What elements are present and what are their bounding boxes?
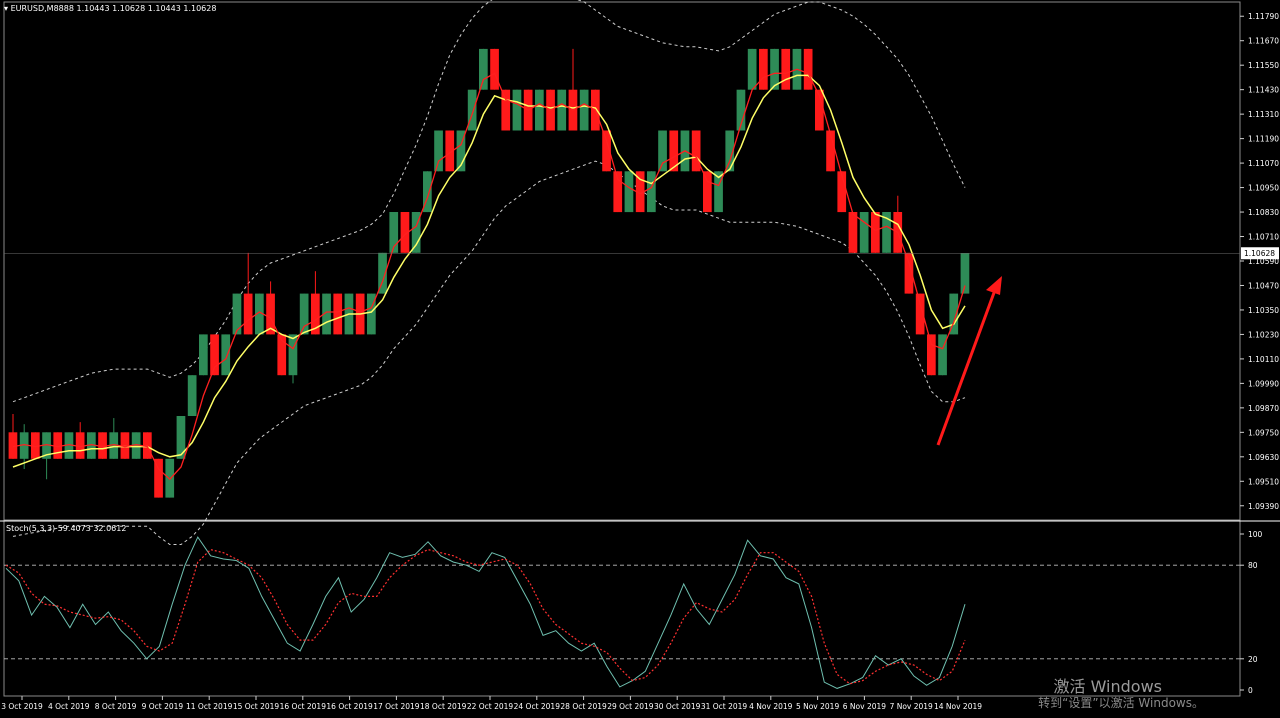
price-tick-label: 1.11670 xyxy=(1248,37,1279,46)
price-tick-label: 1.10230 xyxy=(1248,330,1279,339)
candle-body xyxy=(848,212,858,253)
annotations xyxy=(936,276,1002,446)
time-tick-label: 3 Oct 2019 xyxy=(1,702,43,711)
time-tick-label: 28 Oct 2019 xyxy=(560,702,607,711)
upper-band-line xyxy=(12,0,966,403)
price-tick-label: 1.09510 xyxy=(1248,477,1279,486)
price-tick-label: 1.10470 xyxy=(1248,281,1279,290)
candle-body xyxy=(647,171,656,213)
time-tick-label: 6 Nov 2019 xyxy=(843,702,886,711)
time-tick-label: 18 Oct 2019 xyxy=(420,702,467,711)
stoch-panel-border xyxy=(3,519,1241,697)
time-tick-label: 5 Nov 2019 xyxy=(796,702,839,711)
candle-body xyxy=(490,48,499,90)
chart-frame xyxy=(0,1,1280,697)
candle-body xyxy=(154,458,163,498)
price-tick-label: 1.11790 xyxy=(1248,12,1279,21)
moving-averages xyxy=(12,68,966,481)
candle-body xyxy=(703,171,712,213)
time-tick-label: 30 Oct 2019 xyxy=(654,702,701,711)
stoch-header: Stoch(5,3,3) 59.4073 32.0612 xyxy=(6,524,126,533)
time-tick-label: 17 Oct 2019 xyxy=(373,702,420,711)
candle-body xyxy=(479,48,488,90)
windows-activation-hint: 转到“设置”以激活 Windows。 xyxy=(1038,696,1204,710)
stoch-title: Stoch(5,3,3) 59.4073 32.0612 xyxy=(6,524,127,533)
candle-body xyxy=(512,89,522,131)
stoch-tick-label: 20 xyxy=(1248,655,1258,664)
fast-ma-line xyxy=(12,68,966,481)
price-tick-label: 1.10350 xyxy=(1248,306,1279,315)
time-tick-label: 7 Nov 2019 xyxy=(890,702,933,711)
candle-body xyxy=(199,334,208,376)
candle-body xyxy=(927,334,936,376)
price-tick-label: 1.10110 xyxy=(1248,355,1279,364)
price-tick-label: 1.09990 xyxy=(1248,379,1279,388)
candle-body xyxy=(859,212,869,253)
price-tick-label: 1.10830 xyxy=(1248,208,1279,217)
candle-body xyxy=(803,48,813,90)
time-tick-label: 31 Oct 2019 xyxy=(701,702,748,711)
time-tick-label: 24 Oct 2019 xyxy=(514,702,561,711)
time-tick-label: 16 Oct 2019 xyxy=(280,702,327,711)
price-tick-label: 1.11190 xyxy=(1248,135,1279,144)
time-tick-label: 14 Nov 2019 xyxy=(934,702,982,711)
dropdown-triangle-icon[interactable]: ▾ xyxy=(4,4,8,13)
time-tick-label: 29 Oct 2019 xyxy=(607,702,654,711)
candle-body xyxy=(434,130,443,172)
time-tick-label: 4 Oct 2019 xyxy=(48,702,90,711)
chart-canvas[interactable]: 1.11790 1.11670 1.11550 1.11430 1.11310 1.111… xyxy=(0,0,1280,714)
price-tick-label: 1.09390 xyxy=(1248,502,1279,511)
price-tick-label: 1.09630 xyxy=(1248,453,1279,462)
candle-body xyxy=(243,293,253,335)
price-tick-label: 1.11070 xyxy=(1248,159,1279,168)
time-tick-label: 11 Oct 2019 xyxy=(186,702,233,711)
candle-body xyxy=(187,375,197,416)
time-tick-label: 4 Nov 2019 xyxy=(749,702,792,711)
time-axis: 3 Oct 2019 4 Oct 2019 8 Oct 2019 9 Oct 2019… xyxy=(1,696,982,711)
price-tick-label: 1.09870 xyxy=(1248,404,1279,413)
price-tick-label: 1.10950 xyxy=(1248,184,1279,193)
candle-body xyxy=(747,48,757,90)
time-tick-label: 16 Oct 2019 xyxy=(326,702,373,711)
stoch-signal-line xyxy=(5,548,966,685)
candle-body xyxy=(288,334,298,376)
candle-body xyxy=(535,89,544,131)
stoch-main-line xyxy=(5,536,966,689)
candle-body xyxy=(579,89,589,131)
stoch-tick-label: 80 xyxy=(1248,561,1258,570)
price-tick-label: 1.09750 xyxy=(1248,428,1279,437)
candle-body xyxy=(210,334,219,376)
candle-body xyxy=(871,212,880,253)
time-tick-label: 8 Oct 2019 xyxy=(95,702,137,711)
trend-arrow-head-icon xyxy=(986,276,1002,295)
candle-body xyxy=(624,171,634,213)
candle-body xyxy=(658,130,667,172)
price-tick-label: 1.11550 xyxy=(1248,61,1279,70)
time-tick-label: 9 Oct 2019 xyxy=(142,702,184,711)
main-chart-title: EURUSD,M8888 1.10443 1.10628 1.10443 1.1… xyxy=(10,4,217,13)
current-price-label: 1.10628 xyxy=(1244,249,1275,258)
candle-body xyxy=(759,48,768,90)
price-tick-label: 1.11430 xyxy=(1248,86,1279,95)
candle-body xyxy=(299,293,309,335)
slow-ma-line xyxy=(12,74,966,468)
stoch-tick-label: 100 xyxy=(1248,530,1263,539)
stochastic-panel: 100 80 20 0 xyxy=(4,530,1263,695)
time-tick-label: 15 Oct 2019 xyxy=(233,702,280,711)
candle-body xyxy=(691,130,701,172)
trading-chart[interactable]: 1.11790 1.11670 1.11550 1.11430 1.11310 1.111… xyxy=(0,0,1280,714)
candle-body xyxy=(557,89,567,131)
price-tick-label: 1.10710 xyxy=(1248,233,1279,242)
stoch-tick-label: 0 xyxy=(1248,686,1253,695)
candle-body xyxy=(221,334,231,376)
time-tick-label: 22 Oct 2019 xyxy=(467,702,514,711)
candle-body xyxy=(781,48,791,90)
price-tick-label: 1.11310 xyxy=(1248,110,1279,119)
candle-body xyxy=(333,293,343,335)
symbol-header: ▾ EURUSD,M8888 1.10443 1.10628 1.10443 1… xyxy=(4,4,216,13)
candle-body xyxy=(165,458,175,498)
candle-body xyxy=(501,89,511,131)
